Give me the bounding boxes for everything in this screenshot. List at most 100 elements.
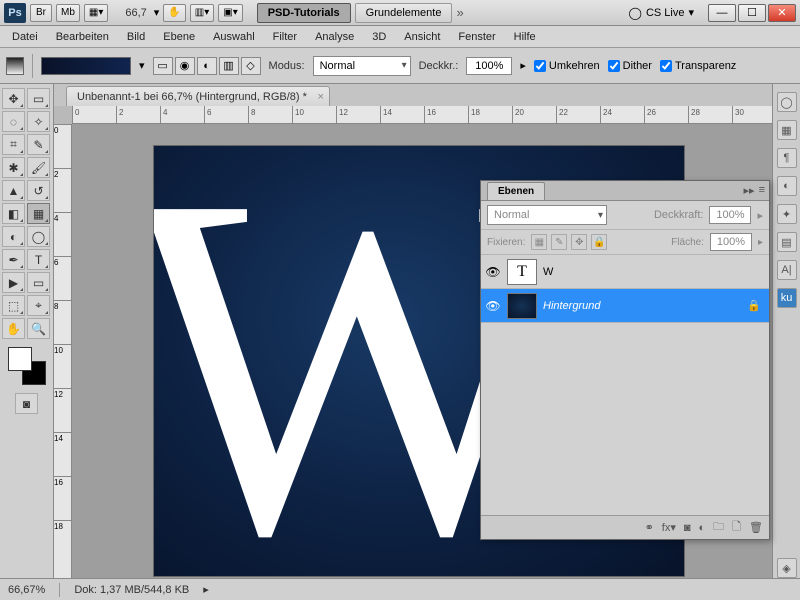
kuler-panel-icon[interactable]: ku xyxy=(777,288,797,308)
close-tab-icon[interactable]: × xyxy=(317,91,323,103)
menu-ansicht[interactable]: Ansicht xyxy=(398,29,446,45)
layer-opacity-input[interactable]: 100% xyxy=(709,206,751,224)
blur-tool[interactable]: ◐ xyxy=(2,226,25,247)
opacity-input[interactable]: 100% xyxy=(466,57,512,75)
layer-row[interactable]: 👁 Hintergrund 🔒 xyxy=(481,289,769,323)
3d-camera-tool[interactable]: ⌖ xyxy=(27,295,50,316)
shape-tool[interactable]: ▭ xyxy=(27,272,50,293)
bridge-button[interactable]: Br xyxy=(30,4,52,22)
lock-icon[interactable]: 🔒 xyxy=(747,299,761,312)
visibility-icon[interactable]: 👁 xyxy=(485,265,501,279)
hand-tool-button[interactable]: ✋ xyxy=(163,4,185,22)
menu-fenster[interactable]: Fenster xyxy=(452,29,501,45)
view-extras-button[interactable]: ▦▾ xyxy=(84,4,108,22)
spot-heal-tool[interactable]: ✱ xyxy=(2,157,25,178)
status-zoom[interactable]: 66,67% xyxy=(8,584,45,596)
status-doc-info[interactable]: Dok: 1,37 MB/544,8 KB xyxy=(74,584,189,596)
gradient-tool[interactable]: ▦ xyxy=(27,203,50,224)
gradient-angle[interactable]: ◐ xyxy=(197,57,217,75)
crop-tool[interactable]: ⌗ xyxy=(2,134,25,155)
path-select-tool[interactable]: ▶ xyxy=(2,272,25,293)
menu-analyse[interactable]: Analyse xyxy=(309,29,360,45)
styles-panel-icon[interactable]: ✦ xyxy=(777,204,797,224)
menu-hilfe[interactable]: Hilfe xyxy=(508,29,542,45)
lock-transparency-icon[interactable]: ▦ xyxy=(531,234,547,250)
layer-blend-mode-select[interactable]: Normal xyxy=(487,205,607,225)
reverse-checkbox[interactable]: Umkehren xyxy=(534,60,600,72)
new-group-icon[interactable]: 🗀 xyxy=(713,518,724,537)
ruler-horizontal[interactable]: 024681012141618202224262830 xyxy=(72,106,772,124)
gradient-diamond[interactable]: ◇ xyxy=(241,57,261,75)
cs-live-icon[interactable]: ◯ xyxy=(629,6,642,20)
minibridge-button[interactable]: Mb xyxy=(56,4,80,22)
gradient-reflected[interactable]: ▥ xyxy=(219,57,239,75)
transparency-checkbox[interactable]: Transparenz xyxy=(660,60,736,72)
visibility-icon[interactable]: 👁 xyxy=(485,299,501,313)
masks-panel-icon[interactable]: ▤ xyxy=(777,232,797,252)
screen-mode-button[interactable]: ▣▾ xyxy=(218,4,242,22)
tool-preset-picker[interactable] xyxy=(6,57,24,75)
layer-thumbnail[interactable] xyxy=(507,293,537,319)
layer-fx-icon[interactable]: fx▾ xyxy=(662,521,676,534)
link-layers-icon[interactable]: ⚭ xyxy=(645,521,654,534)
cs-live-label[interactable]: CS Live xyxy=(646,7,685,19)
type-tool[interactable]: T xyxy=(27,249,50,270)
layers-panel-icon[interactable]: ◈ xyxy=(777,558,797,578)
gradient-radial[interactable]: ◉ xyxy=(175,57,195,75)
menu-filter[interactable]: Filter xyxy=(267,29,303,45)
clone-stamp-tool[interactable]: ▲ xyxy=(2,180,25,201)
swatches-panel-icon[interactable]: ▦ xyxy=(777,120,797,140)
paragraph-panel-icon[interactable]: ¶ xyxy=(777,148,797,168)
workspace-tab-psd-tutorials[interactable]: PSD-Tutorials xyxy=(257,3,351,23)
document-tab[interactable]: Unbenannt-1 bei 66,7% (Hintergrund, RGB/… xyxy=(66,86,330,106)
zoom-level[interactable]: 66,7 xyxy=(122,7,149,19)
adjustment-layer-icon[interactable]: ◐ xyxy=(699,522,706,534)
add-mask-icon[interactable]: ◙ xyxy=(684,522,691,534)
new-layer-icon[interactable]: 🗋 xyxy=(732,518,741,537)
quick-mask-toggle[interactable]: ◙ xyxy=(15,393,38,414)
menu-datei[interactable]: Datei xyxy=(6,29,44,45)
adjustments-panel-icon[interactable]: ◐ xyxy=(777,176,797,196)
zoom-tool[interactable]: 🔍 xyxy=(27,318,50,339)
blend-mode-select[interactable]: Normal xyxy=(313,56,411,76)
maximize-button[interactable]: ☐ xyxy=(738,4,766,22)
color-swatches[interactable] xyxy=(8,347,46,385)
menu-bearbeiten[interactable]: Bearbeiten xyxy=(50,29,115,45)
character-panel-icon[interactable]: A| xyxy=(777,260,797,280)
delete-layer-icon[interactable]: 🗑 xyxy=(749,521,763,534)
close-button[interactable]: ✕ xyxy=(768,4,796,22)
hand-tool[interactable]: ✋ xyxy=(2,318,25,339)
workspace-tab-grundelemente[interactable]: Grundelemente xyxy=(355,3,453,23)
lasso-tool[interactable]: ◌ xyxy=(2,111,25,132)
lock-all-icon[interactable]: 🔒 xyxy=(591,234,607,250)
history-brush-tool[interactable]: ↺ xyxy=(27,180,50,201)
gradient-linear[interactable]: ▭ xyxy=(153,57,173,75)
lock-pixels-icon[interactable]: ✎ xyxy=(551,234,567,250)
dodge-tool[interactable]: ◯ xyxy=(27,226,50,247)
ruler-vertical[interactable]: 024681012141618 xyxy=(54,124,72,578)
color-panel-icon[interactable]: ◯ xyxy=(777,92,797,112)
eyedropper-tool[interactable]: ✎ xyxy=(27,134,50,155)
layer-row[interactable]: 👁 T W xyxy=(481,255,769,289)
workspace-more[interactable]: » xyxy=(456,5,463,20)
panel-menu-icon[interactable]: ≡ xyxy=(759,184,765,197)
layer-name[interactable]: W xyxy=(543,266,553,278)
menu-auswahl[interactable]: Auswahl xyxy=(207,29,261,45)
layer-name[interactable]: Hintergrund xyxy=(543,300,600,312)
menu-ebene[interactable]: Ebene xyxy=(157,29,201,45)
fill-input[interactable]: 100% xyxy=(710,233,752,251)
menu-bild[interactable]: Bild xyxy=(121,29,151,45)
layers-tab[interactable]: Ebenen xyxy=(487,182,545,200)
pen-tool[interactable]: ✒ xyxy=(2,249,25,270)
magic-wand-tool[interactable]: ✧ xyxy=(27,111,50,132)
arrange-button[interactable]: ▥▾ xyxy=(190,4,214,22)
minimize-button[interactable]: — xyxy=(708,4,736,22)
dither-checkbox[interactable]: Dither xyxy=(608,60,652,72)
gradient-picker[interactable] xyxy=(41,57,131,75)
marquee-tool[interactable]: ▭ xyxy=(27,88,50,109)
lock-position-icon[interactable]: ✥ xyxy=(571,234,587,250)
menu-3d[interactable]: 3D xyxy=(366,29,392,45)
layer-thumbnail[interactable]: T xyxy=(507,259,537,285)
3d-tool[interactable]: ⬚ xyxy=(2,295,25,316)
brush-tool[interactable]: 🖌 xyxy=(27,157,50,178)
